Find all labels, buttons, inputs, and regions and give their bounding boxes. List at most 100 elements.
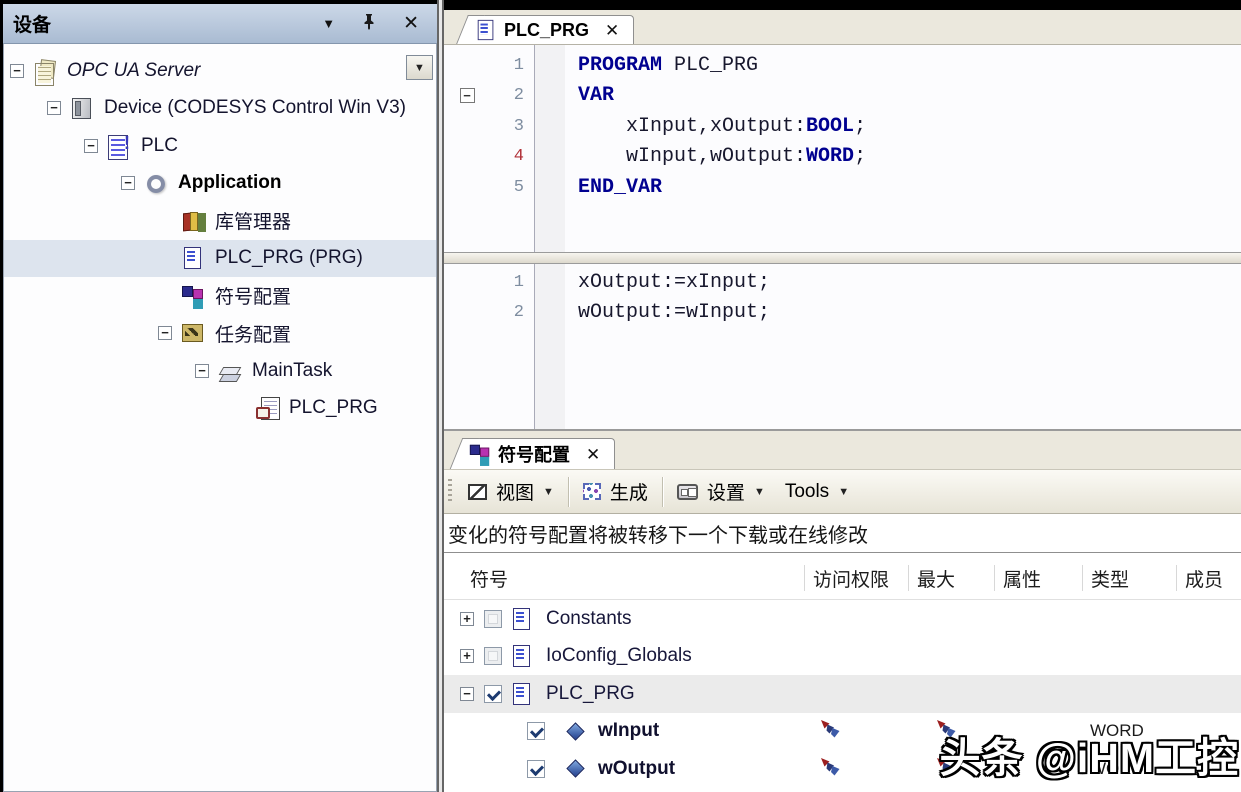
devices-panel-titlebar: 设备 ▼ ✕ <box>3 4 437 44</box>
minus-expander-icon[interactable]: − <box>10 63 24 78</box>
column-header-3[interactable]: 最大 <box>908 565 994 591</box>
checkbox-checked[interactable] <box>527 759 545 778</box>
document-icon <box>510 644 534 668</box>
declaration-editor[interactable]: 1 PROGRAM PLC_PRG − 2 VAR 3 xInput,xOutput:BO… <box>444 44 1241 252</box>
code-line: 4 wInput,wOutput:WORD; <box>444 142 1241 173</box>
device-tree-area: ▼ − OPC UA Server − Device (CODESYS Control… <box>3 44 437 792</box>
symbol-name: PLC_PRG <box>546 682 635 704</box>
access-rights-cell <box>804 750 908 788</box>
tree-item-[interactable]: − 任务配置 <box>4 315 436 353</box>
minus-expander-icon[interactable]: − <box>121 176 135 191</box>
code-line: − 2 VAR <box>444 81 1241 112</box>
view-icon <box>468 483 487 500</box>
checkbox-checked[interactable] <box>484 684 502 703</box>
pin-icon[interactable] <box>362 13 376 35</box>
code-text: xOutput:=xInput; <box>578 270 771 294</box>
code-line: 1 xOutput:=xInput; <box>444 267 1241 298</box>
toolbar-button-tools[interactable]: Tools ▼ <box>775 477 859 507</box>
symbol-name: wOutput <box>598 757 676 779</box>
checkbox-mixed[interactable] <box>484 647 502 666</box>
symbol-name: Constants <box>546 607 632 629</box>
minus-expander-icon[interactable]: − <box>47 101 61 116</box>
toolbar-separator <box>661 476 663 507</box>
tree-item-maintask[interactable]: − MainTask <box>4 352 436 390</box>
line-number: 5 <box>513 177 524 197</box>
symbol-row-constants[interactable]: + Constants <box>444 600 1241 638</box>
tab-plc-prg[interactable]: PLC_PRG ✕ <box>470 15 635 44</box>
tree-item-plc_prg-prg[interactable]: PLC_PRG (PRG) <box>4 239 436 277</box>
fold-box-glyph: − <box>459 88 475 104</box>
symbol-name: wInput <box>598 720 660 742</box>
code-text: wInput,wOutput:WORD; <box>578 145 867 169</box>
symbol-config-tabbar: 符号配置 ✕ <box>444 431 1241 469</box>
minus-expander-icon[interactable]: − <box>84 138 98 153</box>
symbol-name-cell: − PLC_PRG <box>444 675 804 713</box>
tree-item-plc_prg[interactable]: PLC_PRG <box>4 390 436 428</box>
symbol-name: IoConfig_Globals <box>546 645 692 667</box>
minus-expander-icon[interactable]: − <box>195 363 209 378</box>
toolbar-grip[interactable] <box>448 479 452 504</box>
attribute-cell <box>994 675 1082 713</box>
symbol-table-header: 符号 访问权限 最大 属性 类型 成员 <box>444 557 1241 600</box>
access-rights-cell <box>804 713 908 751</box>
line-number: 2 <box>513 86 524 106</box>
line-number: 3 <box>513 116 524 136</box>
type-cell <box>1082 600 1176 638</box>
toolbar-button-生成[interactable]: 生成 <box>573 474 658 509</box>
pou-icon <box>181 246 205 270</box>
column-header-2[interactable]: 访问权限 <box>804 565 908 591</box>
tree-item-label: OPC UA Server <box>67 59 201 81</box>
symbol-name-cell: wInput <box>444 713 804 751</box>
minus-expander-icon[interactable]: − <box>460 686 474 701</box>
tab-label: PLC_PRG <box>504 19 590 40</box>
type-cell <box>1082 675 1176 713</box>
task-config-icon <box>181 321 205 345</box>
editor-splitter[interactable] <box>444 252 1241 264</box>
close-icon[interactable]: ✕ <box>605 22 619 39</box>
tab-symbol-config[interactable]: 符号配置 ✕ <box>464 438 616 469</box>
minus-expander-icon[interactable]: − <box>158 326 172 341</box>
close-icon[interactable]: ✕ <box>403 14 419 33</box>
plc-logic-icon <box>107 133 131 160</box>
column-header-5[interactable]: 类型 <box>1082 565 1176 591</box>
plus-expander-icon[interactable]: + <box>460 649 474 664</box>
device-dropdown-button[interactable]: ▼ <box>406 55 433 80</box>
code-text: VAR <box>578 84 615 108</box>
code-line: 5 END_VAR <box>444 172 1241 203</box>
column-header-4[interactable]: 属性 <box>994 565 1082 591</box>
tree-item-label: 符号配置 <box>215 287 292 309</box>
tree-item-application[interactable]: − Application <box>4 165 436 203</box>
toolbar-button-设置[interactable]: 设置 ▼ <box>667 474 775 509</box>
tree-item-opc-ua-server[interactable]: − OPC UA Server <box>4 52 436 90</box>
document-icon <box>510 682 534 706</box>
editor-tabbar: PLC_PRG ✕ <box>444 10 1241 44</box>
checkbox-mixed[interactable] <box>484 609 502 628</box>
pou-ref-icon <box>255 396 280 421</box>
chevron-down-icon[interactable]: ▼ <box>322 16 335 31</box>
panel-splitter[interactable] <box>437 0 444 792</box>
members-cell <box>1176 600 1241 638</box>
tree-item-device-codesys-control-win-v3[interactable]: − Device (CODESYS Control Win V3) <box>4 90 436 128</box>
line-number: 4 <box>513 147 524 167</box>
task-icon <box>218 359 242 383</box>
close-icon[interactable]: ✕ <box>586 446 600 463</box>
fold-minus-icon[interactable]: − <box>444 88 490 104</box>
tree-item-[interactable]: 符号配置 <box>4 277 436 315</box>
tree-item-[interactable]: 库管理器 <box>4 202 436 240</box>
tree-item-label: Device (CODESYS Control Win V3) <box>104 97 406 119</box>
symbol-row-ioconfig_globals[interactable]: + IoConfig_Globals <box>444 638 1241 676</box>
info-bar: 变化的符号配置将被转移下一个下载或在线修改 <box>444 514 1241 553</box>
toolbar-button-视图[interactable]: 视图 ▼ <box>458 474 564 509</box>
symbol-name-cell: + IoConfig_Globals <box>444 638 804 676</box>
code-text: END_VAR <box>578 175 663 199</box>
device-icon <box>70 96 94 120</box>
symbol-row-plc_prg[interactable]: − PLC_PRG <box>444 675 1241 713</box>
plus-expander-icon[interactable]: + <box>460 611 474 626</box>
implementation-editor[interactable]: 1 xOutput:=xInput; 2 wOutput:=wInput; <box>444 264 1241 431</box>
tree-item-label: Application <box>178 172 282 194</box>
readwrite-arrows-icon <box>820 719 842 743</box>
checkbox-checked[interactable] <box>527 722 545 741</box>
column-header-1[interactable]: 符号 <box>444 565 804 591</box>
tree-item-plc[interactable]: − PLC <box>4 127 436 165</box>
column-header-6[interactable]: 成员 <box>1176 565 1241 591</box>
